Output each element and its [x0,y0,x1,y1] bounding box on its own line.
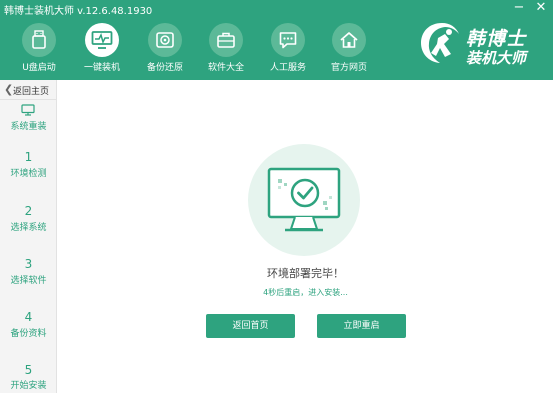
nav-software[interactable]: 软件大全 [200,22,256,74]
close-button[interactable]: ✕ [532,0,550,16]
usb-drive-icon [22,23,56,57]
chevron-left-icon: ❮ [4,83,14,96]
nav-label: 人工服务 [269,63,306,73]
nav-label: U盘启动 [22,63,56,73]
chat-icon [271,23,305,57]
restart-now-button[interactable]: 立即重启 [317,314,406,338]
nav-official-site[interactable]: 官方网页 [323,22,379,74]
step-label: 选择系统 [10,223,47,233]
main-panel: 环境部署完毕！ 4秒后重启，进入安装... 返回首页 立即重启 [58,80,553,393]
step-label: 开始安装 [10,381,47,391]
step-start-install[interactable]: 5 开始安装 [0,363,57,393]
return-home-button[interactable]: 返回首页 [206,314,295,338]
monitor-success-icon [248,144,360,256]
nav-label: 官方网页 [330,63,367,73]
step-choose-system[interactable]: 2 选择系统 [0,204,57,254]
app-window: 韩博士装机大师 v.12.6.48.1930 − ✕ U盘启动 一键装机 备份还… [0,0,553,393]
header-bar: 韩博士装机大师 v.12.6.48.1930 − ✕ U盘启动 一键装机 备份还… [0,0,553,80]
step-number: 5 [24,363,33,377]
step-choose-software[interactable]: 3 选择软件 [0,257,57,307]
backup-restore-icon [148,23,182,57]
toolbox-icon [209,23,243,57]
status-title: 环境部署完毕！ [267,267,344,280]
nav-usb-boot[interactable]: U盘启动 [13,22,69,74]
step-system-reinstall[interactable]: 系统重装 [0,102,57,132]
monitor-icon [21,104,35,116]
step-environment-check[interactable]: 1 环境检测 [0,150,57,200]
step-number: 1 [24,150,33,164]
brand-emblem-icon [421,23,459,63]
nav-label: 软件大全 [207,63,244,73]
step-label: 选择软件 [10,276,47,286]
step-label: 系统重装 [10,122,47,132]
brand-logo: 韩博士 装机大师 [418,20,548,68]
step-number: 4 [24,310,33,324]
step-number: 2 [24,204,33,218]
back-home-link[interactable]: ❮ 返回主页 [0,80,57,100]
step-label: 备份资料 [10,329,47,339]
brand-subtitle: 装机大师 [466,49,527,67]
step-sidebar: ❮ 返回主页 系统重装 1 环境检测 2 选择系统 3 选择软件 4 备份资料 [0,80,57,393]
window-title: 韩博士装机大师 v.12.6.48.1930 [4,6,153,17]
nav-label: 一键装机 [83,63,120,73]
step-label: 环境检测 [10,169,47,179]
nav-one-click-install[interactable]: 一键装机 [76,22,132,74]
restart-countdown: 4秒后重启，进入安装... [263,288,348,297]
back-home-label: 返回主页 [13,87,50,97]
step-backup-data[interactable]: 4 备份资料 [0,310,57,360]
nav-backup-restore[interactable]: 备份还原 [139,22,195,74]
nav-label: 备份还原 [146,63,183,73]
step-number: 3 [24,257,33,271]
monitor-icon [85,23,119,57]
minimize-button[interactable]: − [510,0,528,16]
home-icon [332,23,366,57]
nav-support[interactable]: 人工服务 [262,22,318,74]
